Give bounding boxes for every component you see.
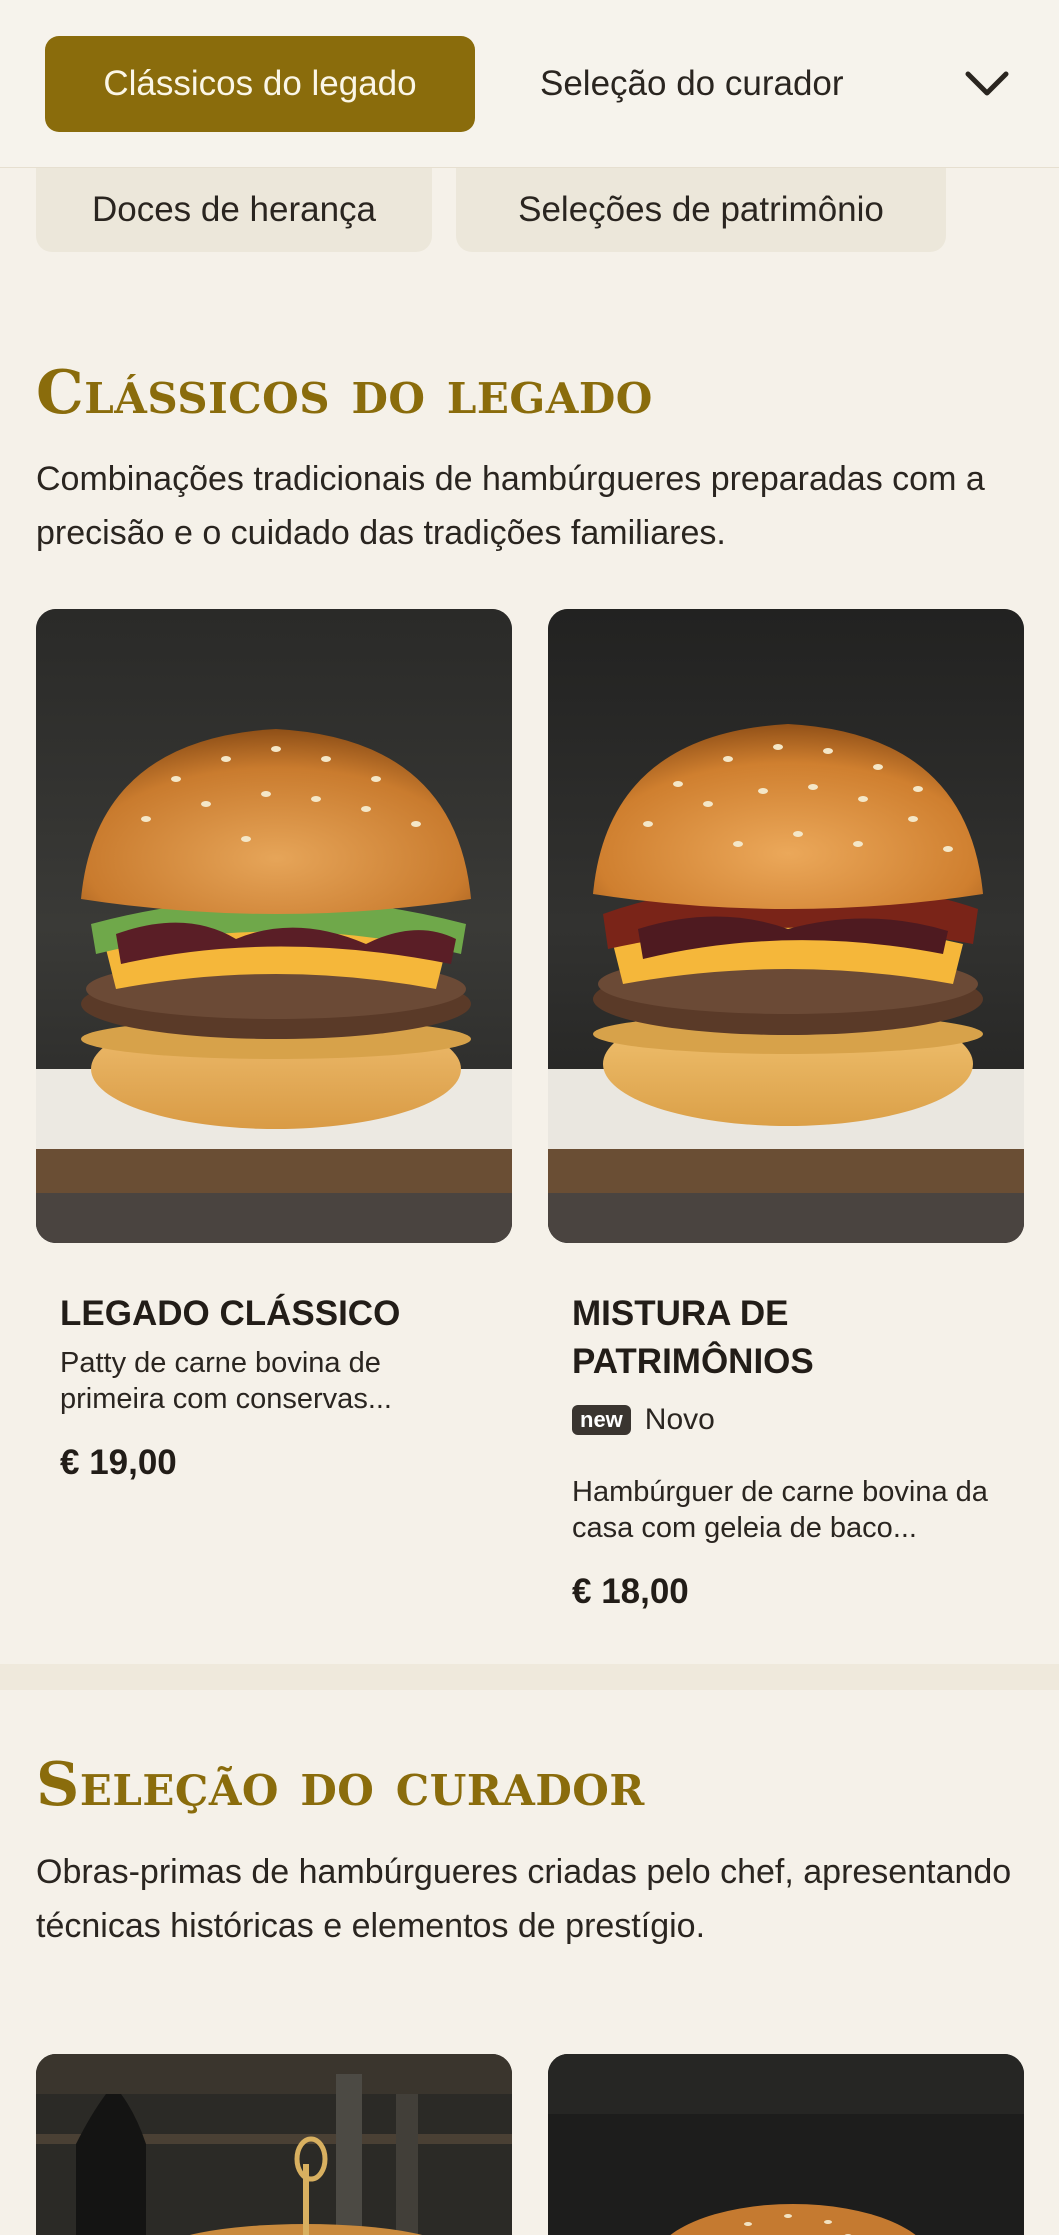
product-price: € 18,00 — [572, 1572, 689, 1611]
section-description: Combinações tradicionais de hambúrgueres… — [36, 460, 985, 552]
category-nav: Clássicos do legado Seleção do curador — [0, 0, 1059, 168]
product-badge: new Novo — [572, 1403, 715, 1437]
category-tab[interactable]: Seleção do curador — [540, 36, 844, 132]
product-description: Patty de carne bovina de primeira com co… — [60, 1347, 392, 1415]
section-description: Obras-primas de hambúrgueres criadas pel… — [36, 1853, 1012, 1945]
product-image[interactable] — [36, 609, 512, 1243]
product-image[interactable] — [36, 2054, 512, 2235]
product-price: € 19,00 — [60, 1443, 177, 1482]
section-divider — [0, 1664, 1059, 1690]
badge-label: Novo — [644, 1403, 715, 1436]
chevron-down-icon[interactable] — [962, 62, 1012, 106]
section-title: Clássicos do legado — [36, 358, 653, 428]
product-name: MISTURA DE PATRIMÔNIOS — [572, 1294, 814, 1381]
product-description: Hambúrguer de carne bovina da casa com g… — [572, 1476, 988, 1544]
new-badge: new — [572, 1405, 631, 1435]
category-tab-active[interactable]: Clássicos do legado — [45, 36, 475, 132]
category-option[interactable]: Doces de herança — [36, 168, 432, 252]
product-name: LEGADO CLÁSSICO — [60, 1294, 401, 1333]
category-option[interactable]: Seleções de patrimônio — [456, 168, 946, 252]
section-title: Seleção do curador — [36, 1750, 645, 1820]
category-dropdown-list: Doces de herança Seleções de patrimônio — [0, 168, 1059, 252]
product-image[interactable] — [548, 2054, 1024, 2235]
product-image[interactable] — [548, 609, 1024, 1243]
